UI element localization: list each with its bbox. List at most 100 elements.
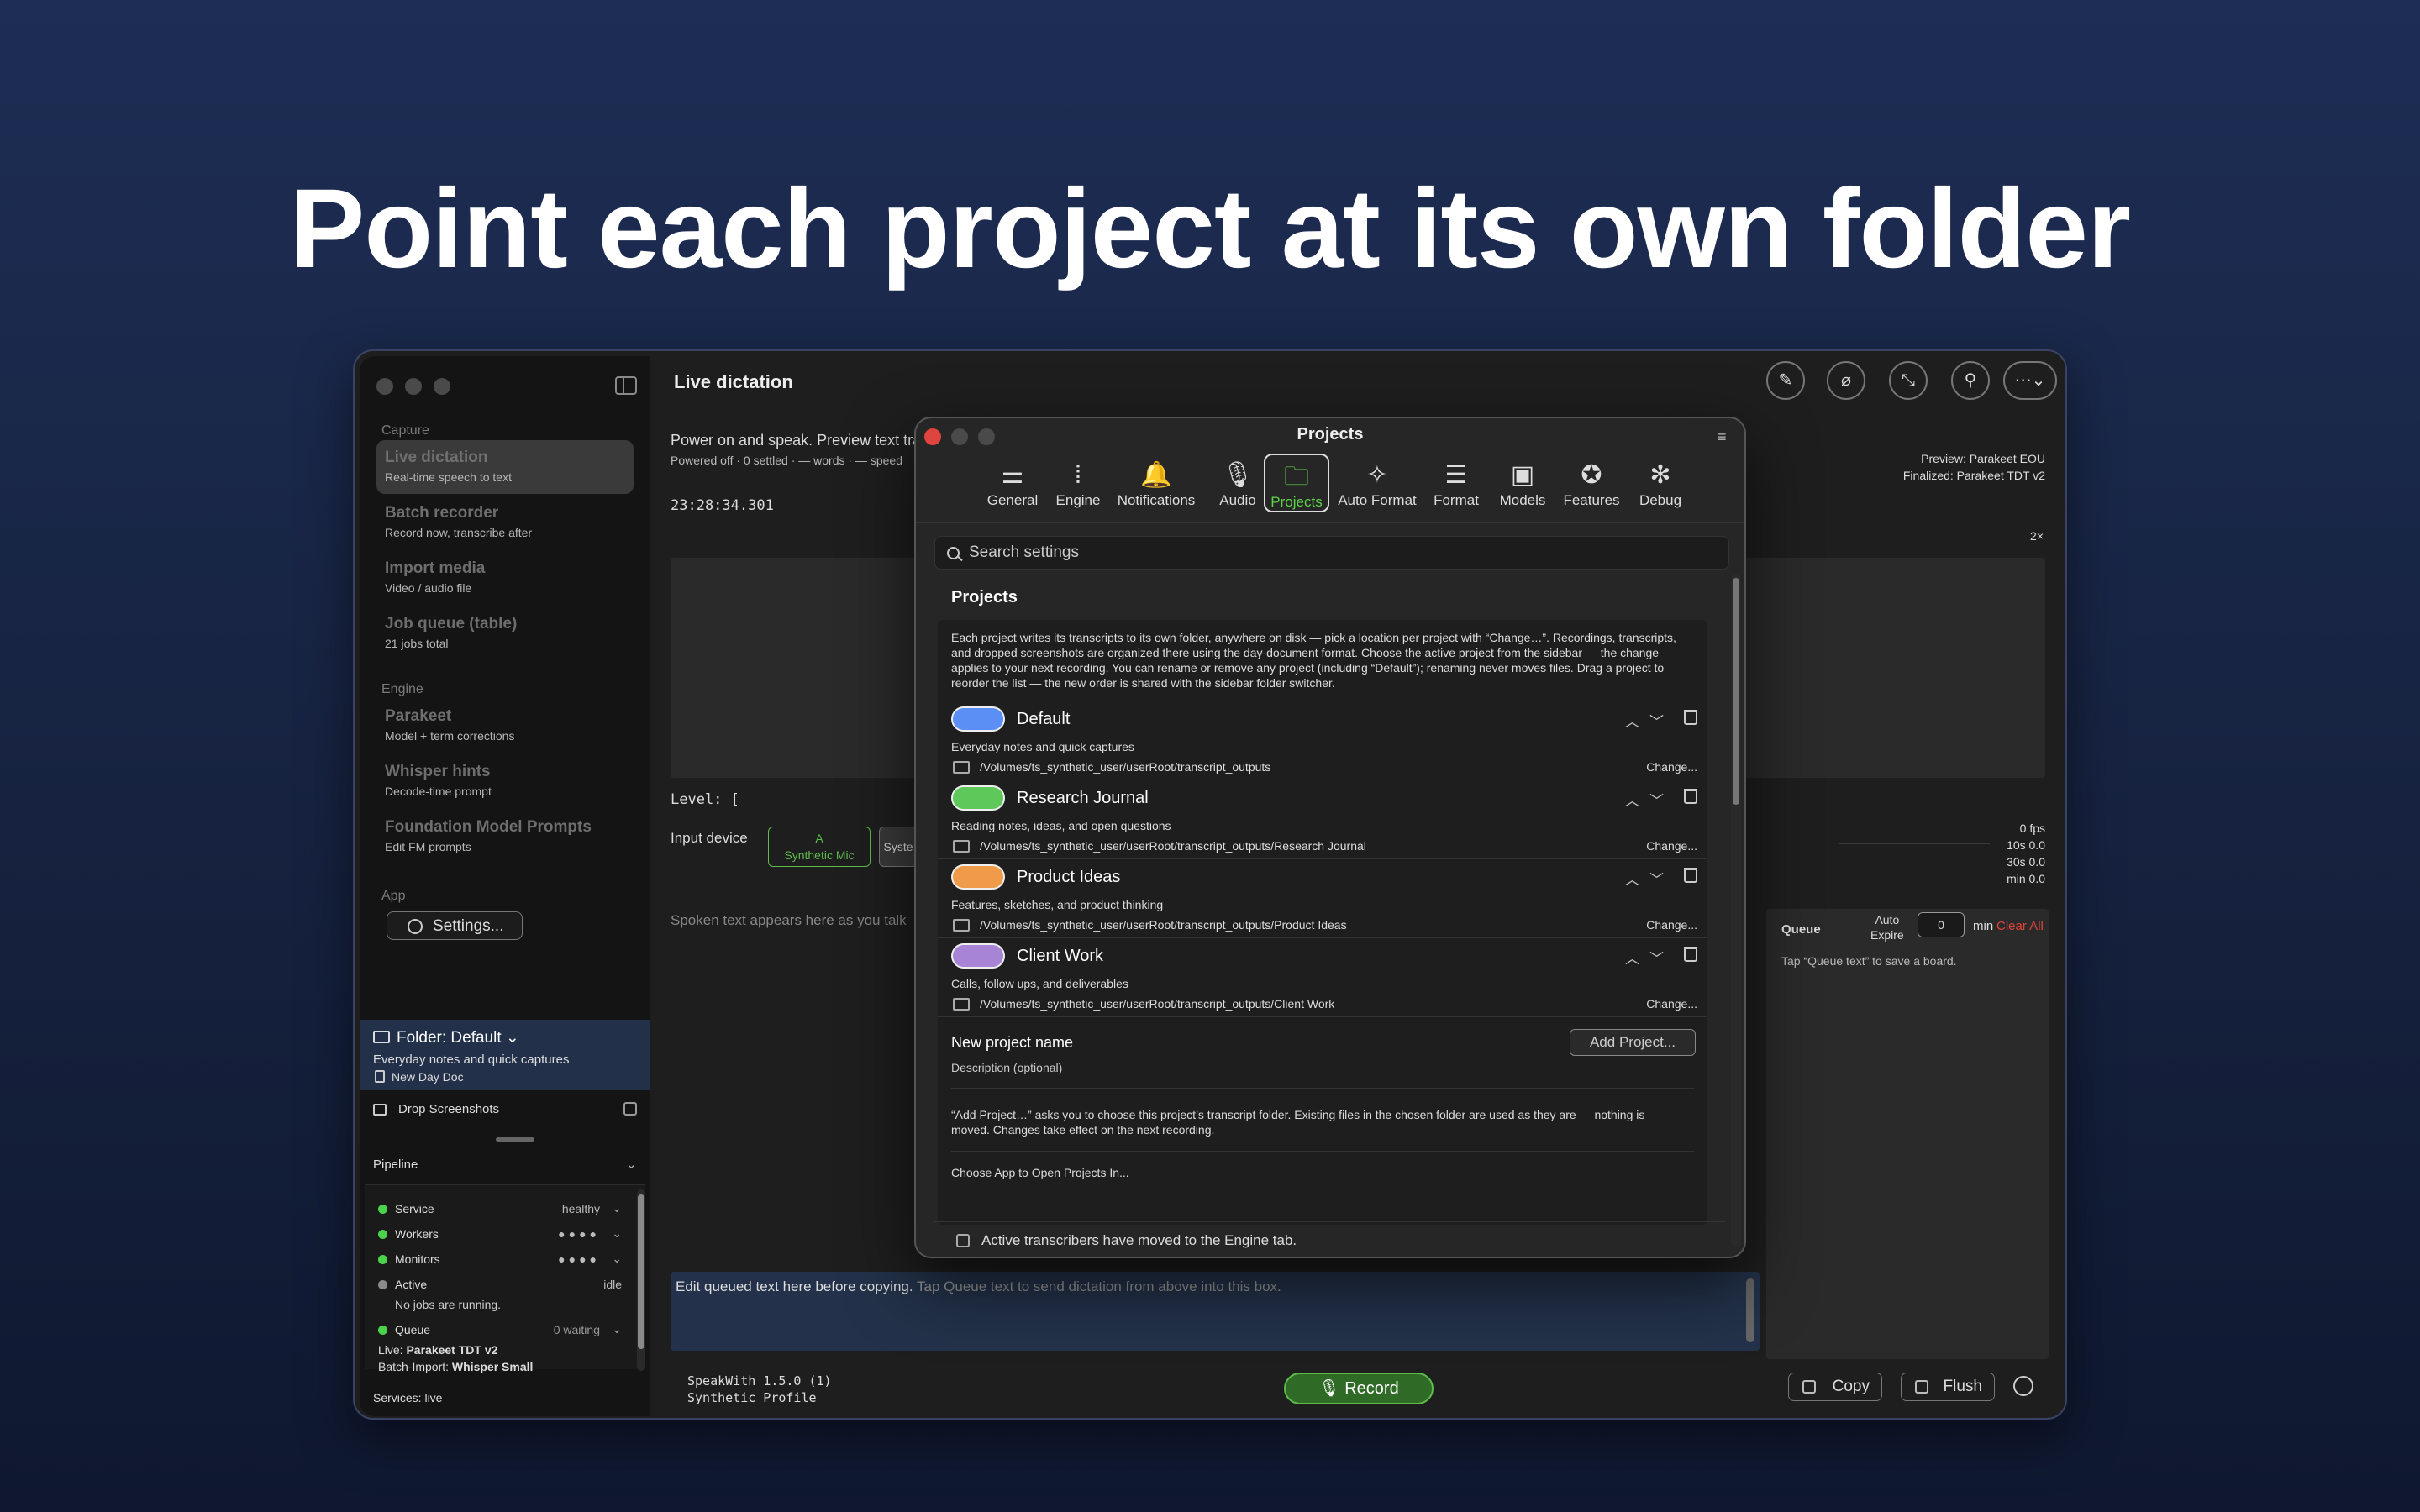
color-swatch[interactable]	[951, 943, 1005, 969]
tab-general[interactable]: ⚌ General	[976, 454, 1049, 512]
copy-button[interactable]: Copy	[1788, 1373, 1882, 1401]
flush-button[interactable]: Flush	[1901, 1373, 1995, 1401]
pipeline-row-service[interactable]: Service healthy ⌄	[378, 1201, 622, 1215]
change-button[interactable]: Change...	[1646, 918, 1697, 932]
add-project-button[interactable]: Add Project...	[1570, 1029, 1696, 1056]
transcribers-note[interactable]: Active transcribers have moved to the En…	[934, 1221, 1726, 1257]
zoom-button[interactable]	[434, 378, 450, 395]
chevron-down-icon[interactable]: ⌄	[612, 1201, 622, 1215]
auto-expire-input[interactable]: 0	[1918, 912, 1965, 937]
tab-notifications[interactable]: 🔔 Notifications	[1107, 454, 1205, 512]
sidebar-toggle-icon[interactable]	[615, 376, 637, 395]
pipeline-scrollbar[interactable]	[637, 1189, 645, 1371]
color-swatch[interactable]	[951, 785, 1005, 811]
trash-icon[interactable]	[1684, 947, 1697, 962]
trash-icon[interactable]	[1684, 710, 1697, 725]
chevron-down-icon[interactable]: ⌄	[612, 1226, 622, 1241]
sidebar-item-live-dictation[interactable]: Live dictation Real-time speech to text	[376, 440, 634, 494]
add-screenshot-icon[interactable]	[623, 1102, 637, 1116]
search-input[interactable]: Search settings	[934, 536, 1729, 570]
pipeline-row-queue[interactable]: Queue 0 waiting ⌄	[378, 1322, 622, 1336]
color-swatch[interactable]	[951, 864, 1005, 890]
mic-slash-icon[interactable]: ⌀	[1827, 361, 1865, 400]
close-button[interactable]	[376, 378, 393, 395]
sidebar-item-foundation-prompts[interactable]: Foundation Model Prompts Edit FM prompts	[376, 810, 634, 864]
color-swatch[interactable]	[951, 706, 1005, 732]
device-synthetic-mic[interactable]: A Synthetic Mic	[768, 827, 871, 867]
services-status: Services: live	[373, 1391, 443, 1404]
nav-subtitle: Decode-time prompt	[385, 785, 492, 798]
pipeline-row-workers[interactable]: Workers ●●●● ⌄	[378, 1226, 622, 1241]
resize-handle[interactable]	[496, 1137, 534, 1142]
drop-screenshots[interactable]: Drop Screenshots	[373, 1102, 637, 1116]
pin-icon[interactable]: ⚲	[1951, 361, 1990, 400]
reorder-controls[interactable]: ︿﹀	[1625, 868, 1674, 889]
project-name[interactable]: Product Ideas	[1017, 868, 1120, 887]
tab-projects[interactable]: 🗀 Projects	[1264, 454, 1329, 512]
pen-slash-icon[interactable]: ✎	[1766, 361, 1805, 400]
dialog-title: Projects	[1297, 425, 1364, 444]
zoom-level[interactable]: 2×	[2030, 529, 2044, 543]
reorder-controls[interactable]: ︿﹀	[1625, 710, 1674, 731]
tab-auto-format[interactable]: ✧ Auto Format	[1333, 454, 1422, 512]
chevron-down-icon[interactable]: ⌄	[612, 1252, 622, 1266]
pipeline-header[interactable]: Pipeline ⌄	[373, 1158, 637, 1172]
reorder-controls[interactable]: ︿﹀	[1625, 789, 1674, 810]
change-button[interactable]: Change...	[1646, 997, 1697, 1011]
queue-editor[interactable]: Edit queued text here before copying. Ta…	[671, 1272, 1760, 1351]
folder-title[interactable]: Folder: Default ⌄	[373, 1028, 650, 1047]
editor-scrollbar[interactable]	[1746, 1278, 1754, 1342]
sidebar-item-whisper-hints[interactable]: Whisper hints Decode-time prompt	[376, 754, 634, 808]
sidebar-item-batch-recorder[interactable]: Batch recorder Record now, transcribe af…	[376, 496, 634, 549]
clear-all-button[interactable]: Clear All	[1996, 919, 2044, 933]
project-name[interactable]: Client Work	[1017, 947, 1103, 966]
minimize-button[interactable]	[405, 378, 422, 395]
power-icon[interactable]	[2013, 1376, 2033, 1396]
project-name[interactable]: Research Journal	[1017, 789, 1149, 808]
projects-dialog: Projects ≡ ⚌ General ⦙ Engine 🔔 Notificatio…	[914, 417, 1746, 1258]
transcript-placeholder: Spoken text appears here as you talk	[671, 912, 907, 928]
tab-audio[interactable]: 🎙 Audio	[1207, 454, 1269, 512]
tab-features[interactable]: ✪ Features	[1556, 454, 1627, 512]
device-system[interactable]: Syste	[879, 827, 918, 867]
trash-icon[interactable]	[1684, 789, 1697, 804]
more-menu-icon[interactable]: ⋯⌄	[2003, 361, 2057, 400]
collapse-icon[interactable]: ⤡	[1889, 361, 1928, 400]
trash-icon[interactable]	[1684, 868, 1697, 883]
list-icon[interactable]: ≡	[1718, 428, 1733, 446]
project-name[interactable]: Default	[1017, 710, 1070, 729]
project-row-client-work[interactable]: Client Work ︿﹀ Calls, follow ups, and de…	[938, 937, 1707, 1016]
new-project-name-field[interactable]: New project name	[951, 1034, 1073, 1052]
chevron-down-icon[interactable]: ⌄	[612, 1322, 622, 1336]
project-row-product-ideas[interactable]: Product Ideas ︿﹀ Features, sketches, and…	[938, 858, 1707, 937]
new-day-doc[interactable]: New Day Doc	[373, 1070, 650, 1084]
pipeline-row-monitors[interactable]: Monitors ●●●● ⌄	[378, 1252, 622, 1266]
reorder-controls[interactable]: ︿﹀	[1625, 947, 1674, 968]
chevron-down-icon[interactable]: ⌄	[626, 1156, 637, 1173]
device-a-top: A	[815, 832, 823, 845]
divider	[951, 1088, 1694, 1089]
sidebar-item-import-media[interactable]: Import media Video / audio file	[376, 551, 634, 605]
fps-stats: 0 fps 10s 0.0 30s 0.0 min 0.0	[2007, 820, 2045, 887]
path-text: /Volumes/ts_synthetic_user/userRoot/tran…	[980, 997, 1335, 1011]
record-button[interactable]: 🎙 Record	[1284, 1373, 1434, 1404]
tab-engine[interactable]: ⦙ Engine	[1042, 454, 1114, 512]
tab-label: Format	[1434, 492, 1479, 508]
folder-switcher[interactable]: Folder: Default ⌄ Everyday notes and qui…	[360, 1020, 650, 1090]
sidebar-item-job-queue[interactable]: Job queue (table) 21 jobs total	[376, 606, 634, 660]
project-row-research-journal[interactable]: Research Journal ︿﹀ Reading notes, ideas…	[938, 780, 1707, 858]
change-button[interactable]: Change...	[1646, 839, 1697, 853]
sidebar-item-parakeet[interactable]: Parakeet Model + term corrections	[376, 699, 634, 753]
fps-min: min 0.0	[2007, 872, 2045, 885]
tab-format[interactable]: ☰ Format	[1425, 454, 1487, 512]
choose-app-button[interactable]: Choose App to Open Projects In...	[951, 1166, 1129, 1179]
dialog-scrollbar[interactable]	[1731, 575, 1741, 1247]
change-button[interactable]: Change...	[1646, 760, 1697, 774]
profile: Synthetic Profile	[687, 1390, 817, 1405]
new-project-description-field[interactable]: Description (optional)	[951, 1061, 1062, 1074]
tab-debug[interactable]: ✻ Debug	[1627, 454, 1694, 512]
project-row-default[interactable]: Default ︿﹀ Everyday notes and quick capt…	[938, 701, 1707, 780]
settings-button[interactable]: Settings...	[387, 911, 523, 940]
tab-models[interactable]: ▣ Models	[1489, 454, 1556, 512]
nav-subtitle: Record now, transcribe after	[385, 526, 533, 539]
